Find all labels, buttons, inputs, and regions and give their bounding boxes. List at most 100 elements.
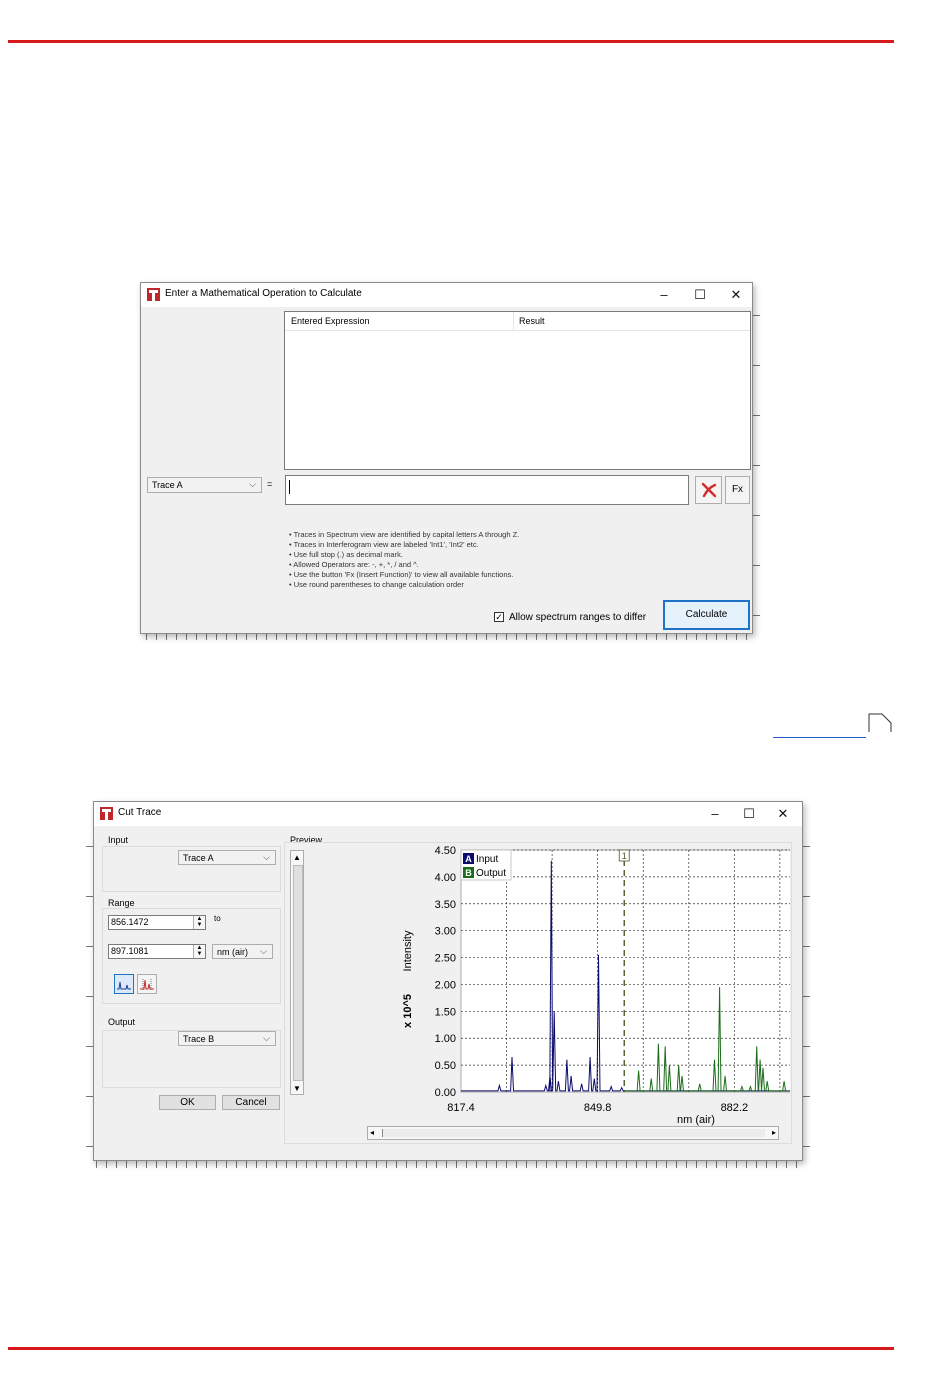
scroll-right-icon[interactable]: ▸ bbox=[772, 1128, 776, 1137]
cancel-button[interactable]: Cancel bbox=[222, 1095, 280, 1110]
hint-line: • Use round parentheses to change calcul… bbox=[289, 580, 464, 589]
table-header-row: Entered Expression Result bbox=[285, 312, 750, 331]
range-cursor-icon bbox=[140, 979, 154, 990]
y-tick-label: 1.00 bbox=[435, 1033, 456, 1045]
unit-value: nm (air) bbox=[217, 947, 248, 957]
ruler-ticks-bottom bbox=[96, 1160, 804, 1168]
y-scale-label: x 10^5 bbox=[402, 994, 414, 1028]
text-cursor bbox=[289, 480, 290, 494]
title-bar: Enter a Mathematical Operation to Calcul… bbox=[141, 283, 752, 307]
y-tick-label: 1.50 bbox=[435, 1006, 456, 1018]
insert-function-button[interactable]: Fx bbox=[725, 476, 750, 504]
legend-letter: B bbox=[465, 868, 472, 878]
x-axis-label: nm (air) bbox=[677, 1114, 715, 1126]
clear-expression-button[interactable] bbox=[695, 476, 722, 504]
app-logo-icon bbox=[100, 807, 113, 820]
scroll-left-icon[interactable]: ◂ bbox=[370, 1128, 374, 1137]
clear-icon bbox=[701, 482, 716, 498]
y-tick-label: 3.50 bbox=[435, 899, 456, 911]
expression-input[interactable] bbox=[285, 475, 689, 505]
chevron-down-icon: ⌵ bbox=[263, 1033, 270, 1043]
trace-select-value: Trace A bbox=[152, 480, 183, 490]
x-tick-label: 849.8 bbox=[584, 1102, 612, 1114]
header-red-rule bbox=[8, 40, 894, 43]
scroll-down-icon[interactable]: ▼ bbox=[293, 1084, 301, 1093]
close-button[interactable]: ✕ bbox=[721, 285, 751, 305]
hint-line: • Traces in Spectrum view are identified… bbox=[289, 530, 520, 539]
chevron-down-icon: ⌵ bbox=[249, 479, 256, 489]
y-axis-label: Intensity bbox=[402, 930, 414, 971]
range-marker-label: 1 bbox=[622, 851, 627, 861]
range-full-icon bbox=[117, 981, 131, 990]
legend-label: Input bbox=[476, 854, 498, 865]
ok-button[interactable]: OK bbox=[159, 1095, 216, 1110]
horizontal-scrollbar[interactable]: ◂ ▸ bbox=[367, 1126, 779, 1140]
cut-trace-dialog: Cut Trace – ☐ ✕ Input Trace A ⌵ Range 85… bbox=[93, 801, 803, 1161]
help-hints: • Traces in Spectrum view are identified… bbox=[289, 530, 519, 590]
range-group-label: Range bbox=[108, 898, 135, 908]
y-tick-label: 2.00 bbox=[435, 979, 456, 991]
legend-letter: A bbox=[465, 854, 472, 864]
output-trace-select[interactable]: Trace B ⌵ bbox=[178, 1031, 276, 1046]
allow-ranges-checkbox[interactable]: ✓ bbox=[494, 612, 504, 622]
maximize-button[interactable]: ☐ bbox=[734, 804, 764, 824]
y-tick-label: 3.00 bbox=[435, 926, 456, 938]
x-tick-label: 882.2 bbox=[721, 1102, 749, 1114]
range-from-stepper[interactable]: ▲ ▼ bbox=[193, 916, 205, 929]
x-tick-label: 817.4 bbox=[447, 1102, 475, 1114]
range-to-input[interactable]: 897.1081 ▲ ▼ bbox=[108, 944, 206, 959]
range-to-stepper[interactable]: ▲ ▼ bbox=[193, 945, 205, 958]
hint-line: • Traces in Interferogram view are label… bbox=[289, 540, 479, 549]
y-tick-label: 0.00 bbox=[435, 1087, 456, 1099]
fx-label: Fx bbox=[731, 484, 744, 495]
y-tick-label: 4.00 bbox=[435, 872, 456, 884]
y-tick-label: 0.50 bbox=[435, 1060, 456, 1072]
input-group-label: Input bbox=[108, 835, 129, 845]
legend-label: Output bbox=[476, 868, 506, 879]
equals-sign: = bbox=[267, 479, 273, 489]
input-trace-value: Trace A bbox=[183, 853, 214, 863]
minimize-button[interactable]: – bbox=[700, 804, 730, 824]
range-to-label: to bbox=[214, 914, 221, 923]
column-header-expression[interactable]: Entered Expression bbox=[291, 316, 370, 326]
output-trace-value: Trace B bbox=[183, 1034, 215, 1044]
range-mode-full-button[interactable] bbox=[114, 974, 134, 994]
calculate-label: Calculate bbox=[685, 609, 728, 620]
range-from-value: 856.1472 bbox=[111, 917, 149, 927]
range-from-input[interactable]: 856.1472 ▲ ▼ bbox=[108, 915, 206, 930]
scroll-thumb[interactable] bbox=[293, 865, 303, 1081]
page-link[interactable] bbox=[773, 721, 866, 738]
range-to-value: 897.1081 bbox=[111, 946, 149, 956]
column-divider bbox=[513, 312, 514, 330]
hint-line: • Allowed Operators are: -, +, *, / and … bbox=[289, 560, 419, 569]
scroll-thumb[interactable] bbox=[382, 1129, 765, 1137]
input-trace-select[interactable]: Trace A ⌵ bbox=[178, 850, 276, 865]
scroll-up-icon[interactable]: ▲ bbox=[293, 853, 301, 862]
vertical-zoom-scrollbar[interactable]: ▲ ▼ bbox=[290, 850, 304, 1095]
column-header-result[interactable]: Result bbox=[519, 316, 545, 326]
preview-chart[interactable]: 0.00 0.50 1.00 1.50 2.00 2.50 3.00 3.50 4.00 4.50… bbox=[304, 842, 790, 1142]
app-logo-icon bbox=[147, 288, 160, 301]
maximize-button[interactable]: ☐ bbox=[685, 285, 715, 305]
range-mode-cursor-button[interactable] bbox=[137, 974, 157, 994]
footer-red-rule bbox=[8, 1347, 894, 1350]
title-bar: Cut Trace – ☐ ✕ bbox=[94, 802, 802, 826]
ruler-ticks-right bbox=[802, 846, 810, 1166]
hint-line: • Use the button 'Fx (Insert Function)' … bbox=[289, 570, 514, 579]
chevron-down-icon: ⌵ bbox=[260, 946, 267, 956]
plot-area[interactable] bbox=[460, 849, 790, 1093]
minimize-button[interactable]: – bbox=[649, 285, 679, 305]
unit-select[interactable]: nm (air) ⌵ bbox=[212, 944, 273, 959]
output-group-label: Output bbox=[108, 1017, 136, 1027]
close-button[interactable]: ✕ bbox=[768, 804, 798, 824]
ruler-ticks-right bbox=[752, 315, 760, 635]
y-tick-label: 2.50 bbox=[435, 953, 456, 965]
cancel-label: Cancel bbox=[235, 1097, 267, 1108]
calculate-button[interactable]: Calculate bbox=[663, 600, 750, 630]
chevron-down-icon: ⌵ bbox=[263, 852, 270, 862]
allow-ranges-label[interactable]: Allow spectrum ranges to differ bbox=[509, 612, 646, 623]
ok-label: OK bbox=[180, 1097, 195, 1108]
trace-select[interactable]: Trace A ⌵ bbox=[147, 477, 262, 493]
dialog-title: Cut Trace bbox=[118, 807, 162, 818]
expression-history-table[interactable]: Entered Expression Result bbox=[284, 311, 751, 470]
